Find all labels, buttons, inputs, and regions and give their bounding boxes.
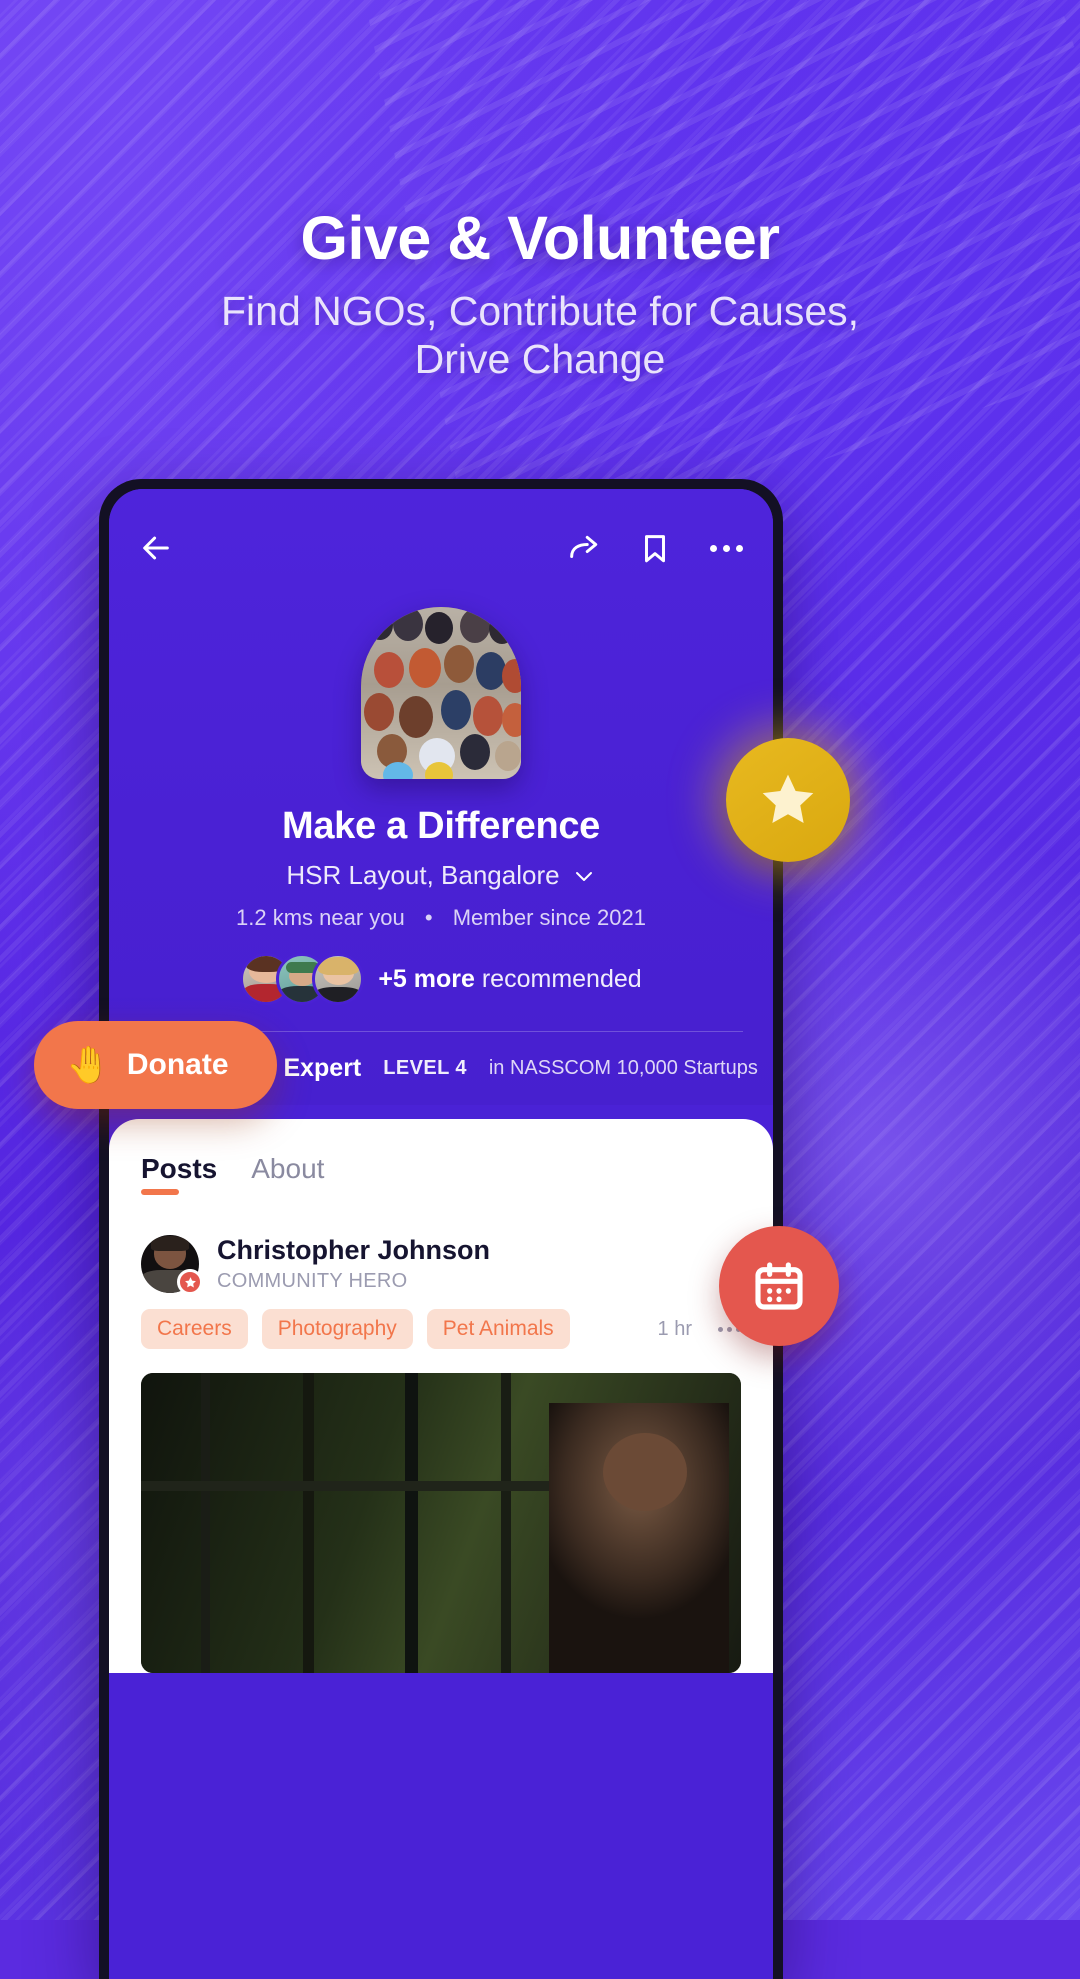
content-tabs: Posts About	[109, 1153, 773, 1195]
post-author-name: Christopher Johnson	[217, 1235, 491, 1265]
star-floating-button[interactable]	[726, 738, 850, 862]
recommender-avatars	[240, 953, 365, 1005]
phone-mockup: Make a Difference HSR Layout, Bangalore …	[99, 479, 783, 1979]
organization-photo	[361, 607, 521, 779]
tab-about[interactable]: About	[251, 1153, 324, 1195]
calendar-floating-button[interactable]	[719, 1226, 839, 1346]
organization-name: Make a Difference	[281, 805, 601, 847]
donate-button-label: Donate	[126, 1048, 229, 1081]
organization-meta: 1.2 kms near you • Member since 2021	[109, 905, 773, 931]
more-horizontal-icon	[718, 1326, 723, 1332]
chevron-down-icon	[575, 871, 592, 881]
hero-title: Give & Volunteer	[300, 204, 781, 272]
phone-screen: Make a Difference HSR Layout, Bangalore …	[109, 489, 773, 1979]
organization-location-label: HSR Layout, Bangalore	[286, 860, 560, 890]
tab-posts[interactable]: Posts	[141, 1153, 217, 1195]
post-tags: Careers Photography Pet Animals 1 hr	[141, 1309, 741, 1349]
organization-location[interactable]: HSR Layout, Bangalore	[109, 860, 773, 891]
hero-subtitle-line-1: Find NGOs, Contribute for Causes,	[220, 288, 860, 335]
app-topbar	[109, 489, 773, 571]
affiliated-organization: in NASSCOM 10,000 Startups	[488, 1057, 758, 1079]
recommender-avatar-3	[312, 953, 365, 1005]
star-badge-icon	[184, 1276, 196, 1287]
share-icon	[570, 535, 598, 558]
star-icon	[762, 774, 814, 823]
bookmark-icon	[645, 535, 665, 563]
post-author-info: Christopher Johnson COMMUNITY HERO	[217, 1235, 490, 1293]
back-button[interactable]	[139, 531, 173, 565]
organization-membership: Member since 2021	[452, 905, 646, 930]
meta-separator: •	[424, 905, 433, 930]
post-author-role: COMMUNITY HERO	[217, 1270, 408, 1292]
recommendation-row[interactable]: +5 more recommended	[109, 953, 773, 1005]
recommendation-count: +5 more	[378, 964, 475, 993]
hero-subtitle: Find NGOs, Contribute for Causes, Drive …	[0, 288, 1080, 384]
post-tag[interactable]: Pet Animals	[426, 1309, 570, 1349]
bookmark-button[interactable]	[638, 531, 672, 565]
content-sheet: Posts About Christopher Johnson COMMUNIT…	[109, 1119, 773, 1673]
level-badge: LEVEL 4	[383, 1057, 467, 1079]
raised-hand-icon: 🤚	[66, 1044, 111, 1085]
post-card: Christopher Johnson COMMUNITY HERO Caree…	[109, 1195, 773, 1673]
donate-button[interactable]: 🤚 Donate	[34, 1021, 277, 1109]
post-tag[interactable]: Photography	[261, 1309, 413, 1349]
share-button[interactable]	[566, 531, 600, 565]
hero-section: Give & Volunteer Find NGOs, Contribute f…	[0, 204, 1080, 384]
more-horizontal-icon	[710, 544, 717, 552]
organization-distance: 1.2 kms near you	[236, 905, 405, 930]
post-timestamp: 1 hr	[657, 1317, 692, 1340]
post-header: Christopher Johnson COMMUNITY HERO	[141, 1235, 741, 1295]
profile-header: Make a Difference HSR Layout, Bangalore …	[109, 489, 773, 1105]
arrow-left-icon	[143, 536, 169, 560]
recommendation-text: +5 more recommended	[378, 965, 641, 994]
post-tag[interactable]: Careers	[141, 1309, 248, 1349]
post-image[interactable]	[141, 1373, 741, 1673]
organization-avatar[interactable]	[361, 607, 521, 779]
hero-subtitle-line-2: Drive Change	[414, 336, 666, 383]
calendar-icon	[755, 1262, 803, 1310]
overflow-menu-button[interactable]	[710, 544, 743, 552]
verified-badge	[177, 1269, 203, 1295]
post-author-avatar[interactable]	[141, 1235, 203, 1295]
recommendation-suffix: recommended	[481, 964, 642, 993]
